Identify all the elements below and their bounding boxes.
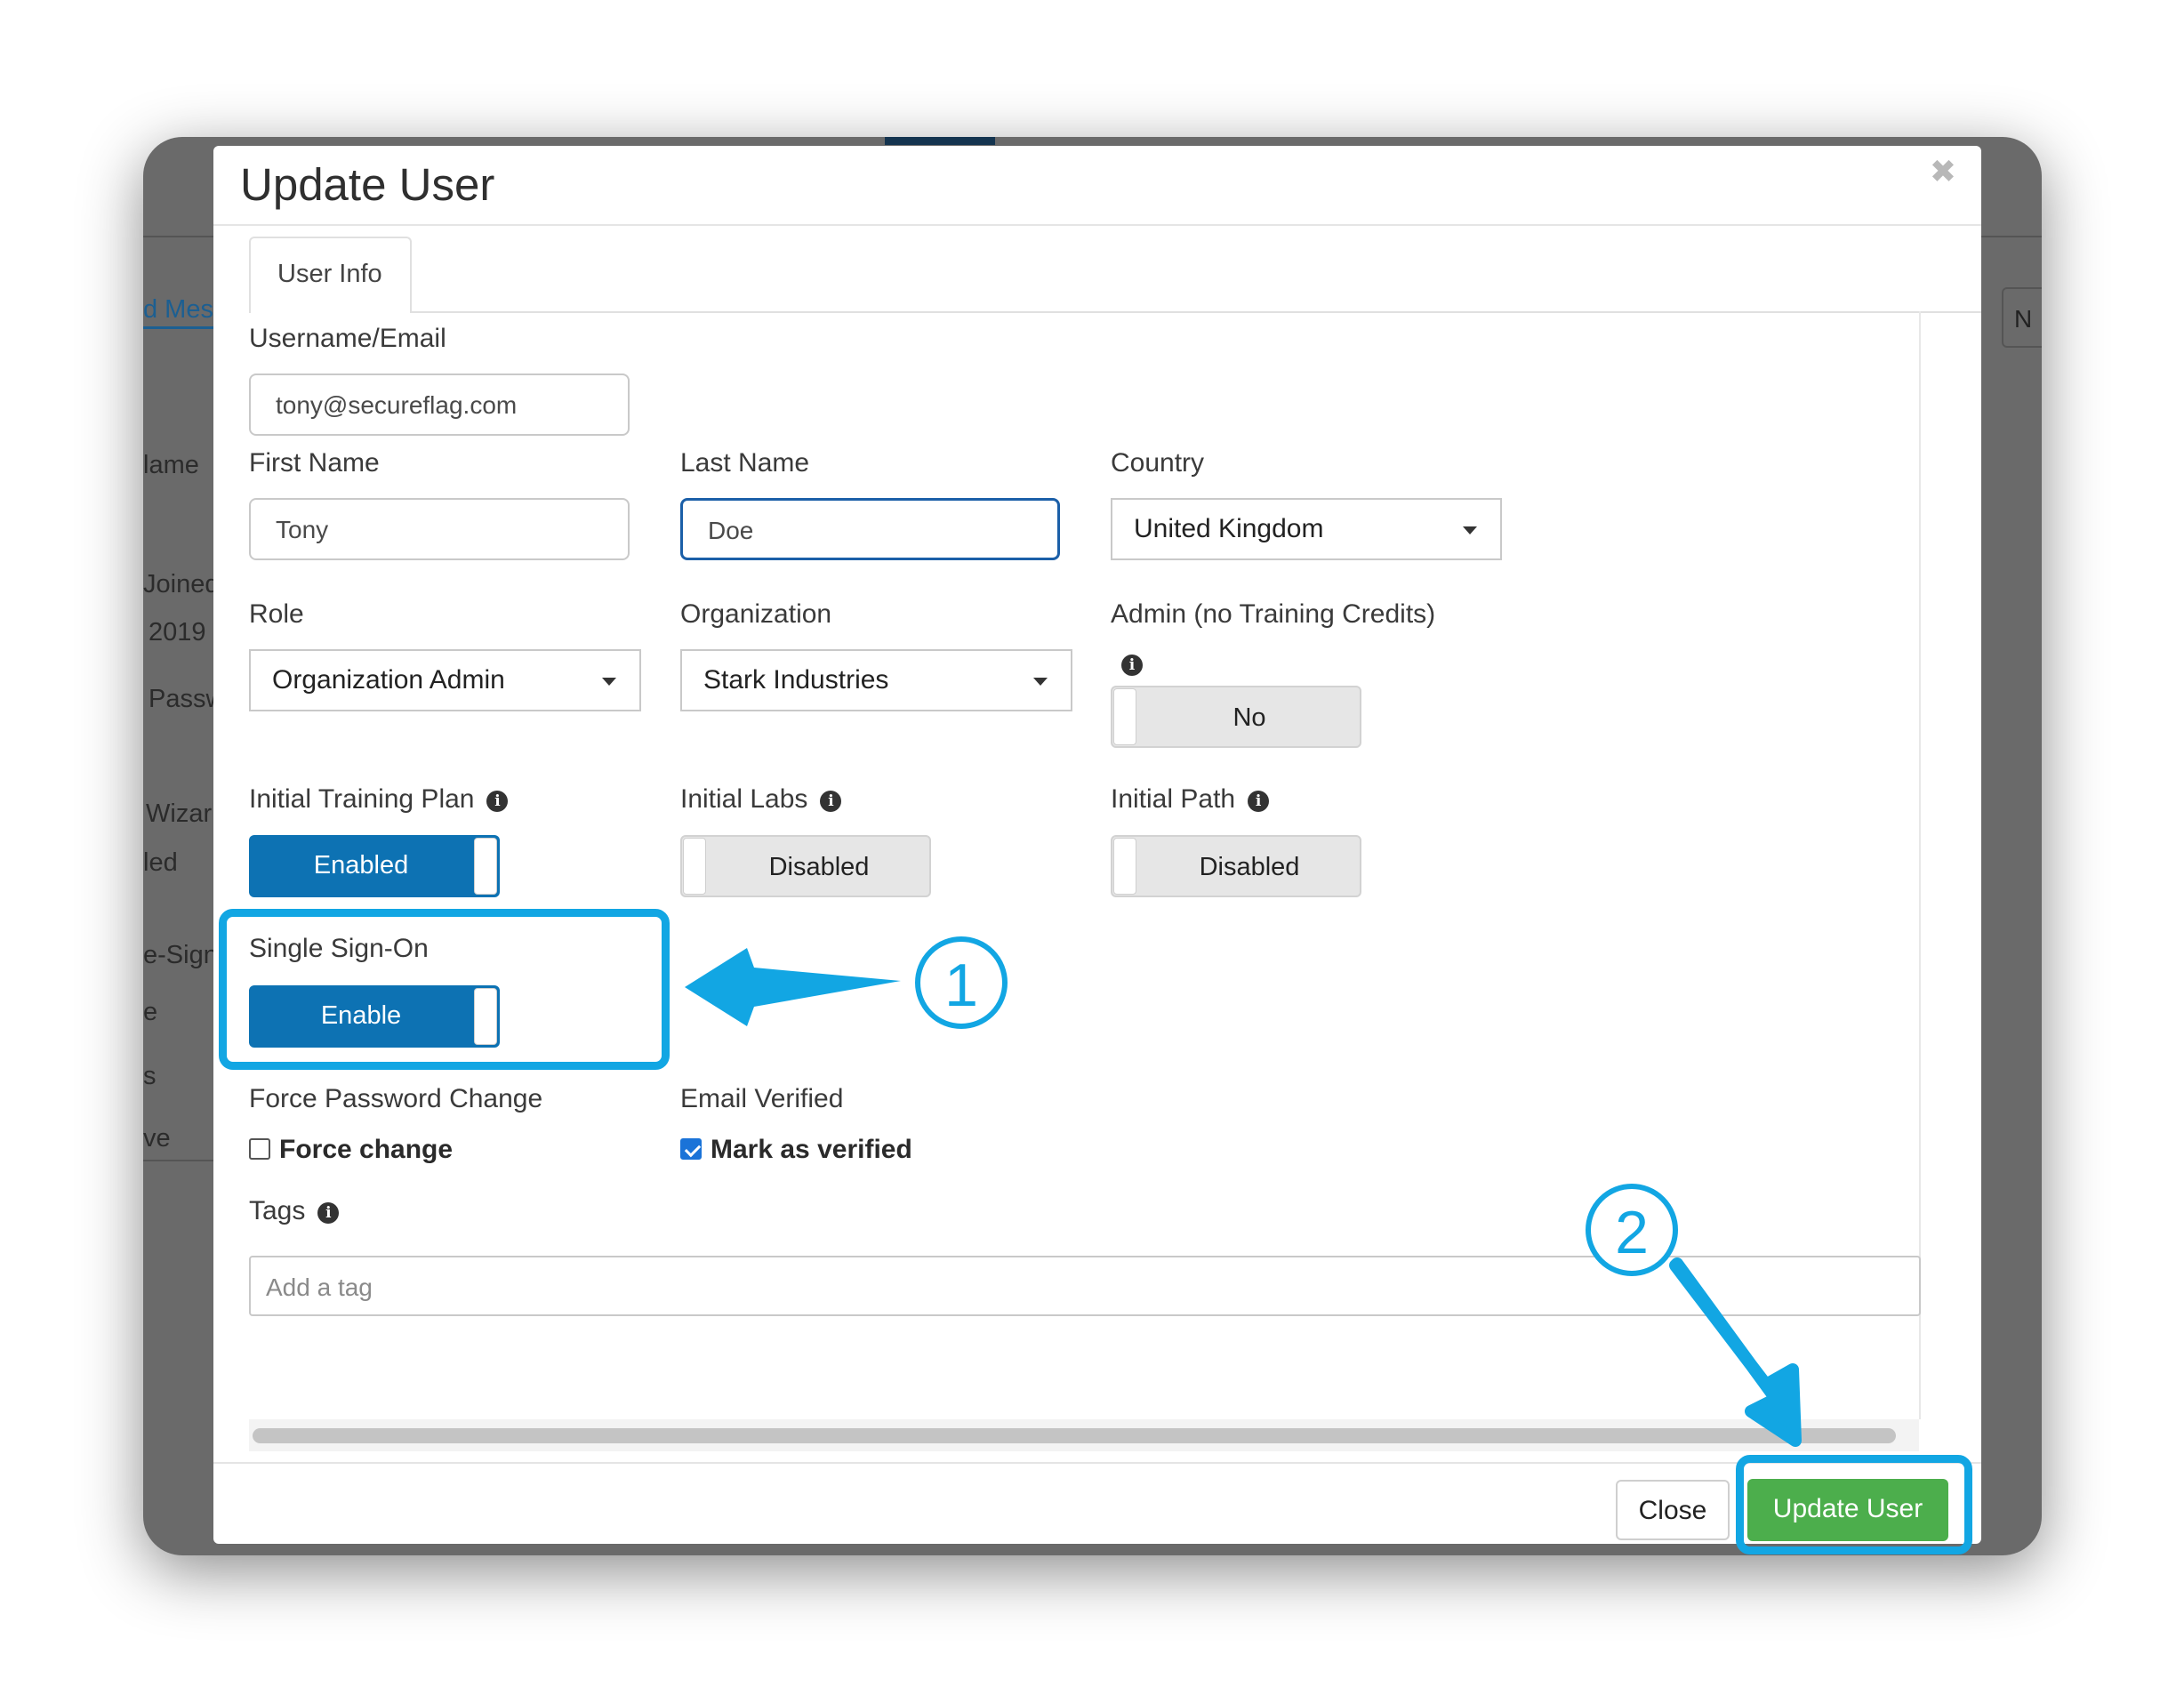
tab-user-info[interactable]: User Info: [249, 237, 412, 313]
annotation-arrow-1: [685, 948, 901, 1026]
callout-2: 2: [1586, 1184, 1678, 1276]
callout-1: 1: [915, 936, 1008, 1029]
annotation-arrow-2: [1669, 1257, 1802, 1447]
